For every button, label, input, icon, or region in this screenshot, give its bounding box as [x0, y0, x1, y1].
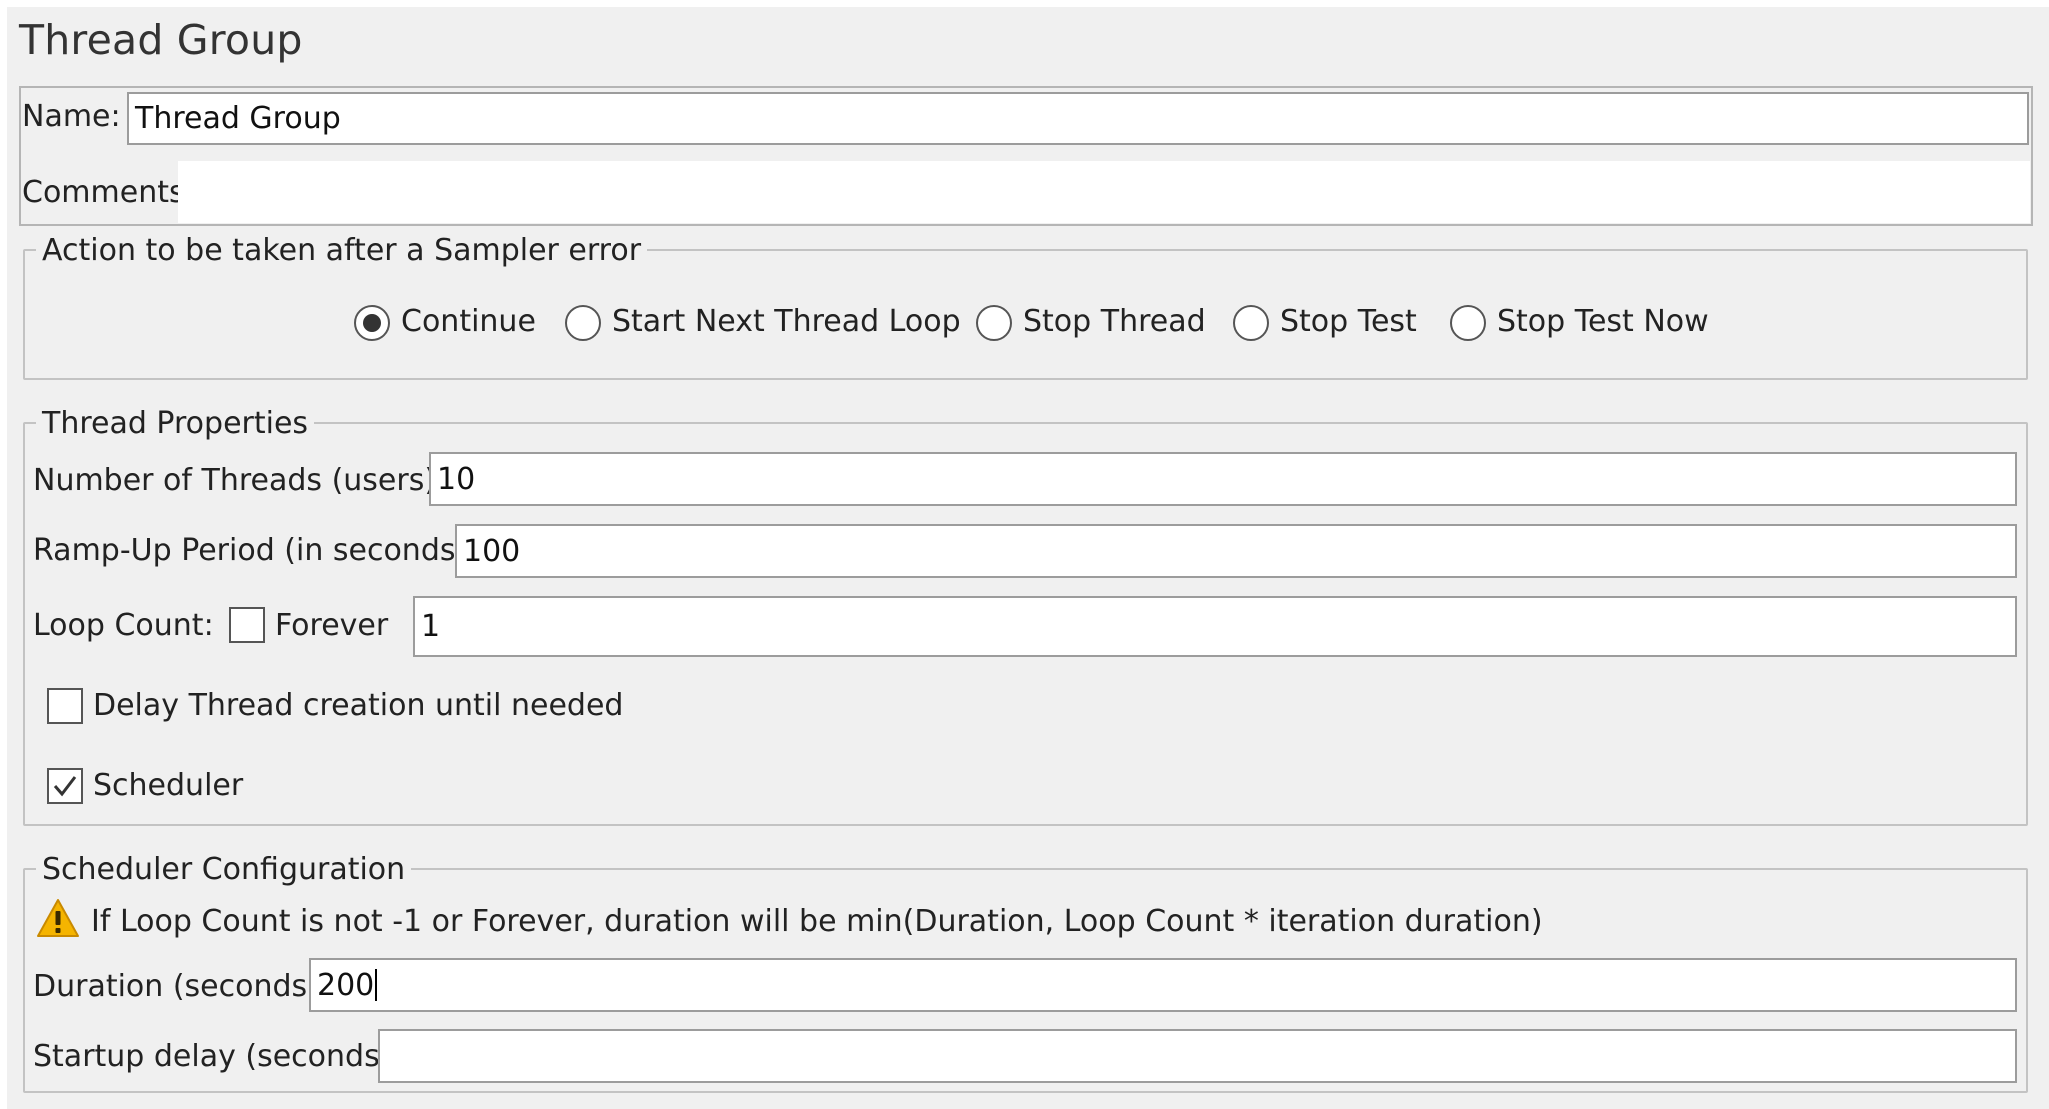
sampler-error-legend: Action to be taken after a Sampler error: [36, 233, 648, 268]
comments-label: Comments:: [22, 175, 195, 210]
radio-stop-test-now-label[interactable]: Stop Test Now: [1497, 304, 1709, 339]
forever-checkbox[interactable]: [229, 607, 265, 643]
ramp-up-label: Ramp-Up Period (in seconds):: [33, 533, 478, 568]
duration-input[interactable]: 200: [309, 958, 2017, 1012]
forever-label[interactable]: Forever: [275, 608, 388, 643]
radio-stop-test[interactable]: [1233, 305, 1269, 341]
warning-triangle-icon: [37, 899, 79, 937]
radio-stop-thread[interactable]: [976, 305, 1012, 341]
num-threads-label: Number of Threads (users):: [33, 463, 447, 498]
radio-stop-thread-label[interactable]: Stop Thread: [1023, 304, 1206, 339]
radio-selected-dot: [363, 314, 381, 332]
startup-delay-label: Startup delay (seconds): [33, 1039, 392, 1074]
radio-stop-test-label[interactable]: Stop Test: [1280, 304, 1417, 339]
radio-start-next-thread-loop-label[interactable]: Start Next Thread Loop: [612, 304, 961, 339]
text-cursor: [375, 969, 378, 1001]
name-label: Name:: [22, 99, 121, 134]
loop-count-input[interactable]: 1: [413, 596, 2017, 657]
checkmark-icon: [53, 776, 77, 797]
comments-input[interactable]: [178, 161, 2030, 223]
scheduler-label[interactable]: Scheduler: [93, 768, 243, 803]
radio-continue-label[interactable]: Continue: [401, 304, 536, 339]
scheduler-config-legend: Scheduler Configuration: [36, 852, 412, 887]
scheduler-checkbox[interactable]: [47, 768, 83, 804]
delay-thread-creation-label[interactable]: Delay Thread creation until needed: [93, 688, 623, 723]
radio-start-next-thread-loop[interactable]: [565, 305, 601, 341]
loop-count-label: Loop Count:: [33, 608, 214, 643]
name-input[interactable]: Thread Group: [127, 92, 2029, 145]
radio-stop-test-now[interactable]: [1450, 305, 1486, 341]
scheduler-warning-text: If Loop Count is not -1 or Forever, dura…: [91, 904, 1543, 939]
thread-properties-legend: Thread Properties: [36, 406, 315, 441]
duration-label: Duration (seconds): [33, 969, 319, 1004]
num-threads-input[interactable]: 10: [429, 452, 2017, 506]
panel-title: Thread Group: [19, 16, 303, 64]
ramp-up-input[interactable]: 100: [455, 524, 2017, 578]
delay-thread-creation-checkbox[interactable]: [47, 688, 83, 724]
startup-delay-input[interactable]: [378, 1029, 2017, 1083]
radio-continue[interactable]: [354, 305, 390, 341]
